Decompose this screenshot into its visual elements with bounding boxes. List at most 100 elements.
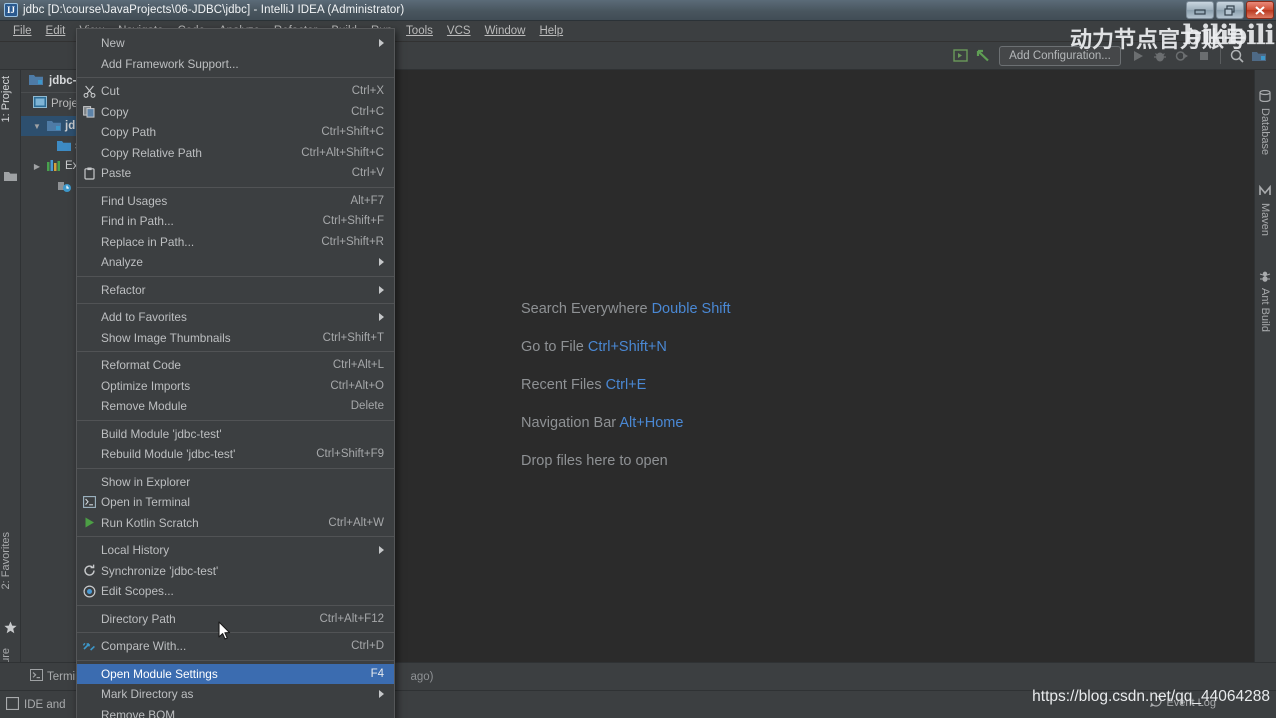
menu-item-show-in-explorer[interactable]: Show in Explorer [77, 472, 394, 493]
menu-item-find-in-path[interactable]: Find in Path... Ctrl+Shift+F [77, 211, 394, 232]
sidebar-item-project[interactable]: 1: Project [0, 76, 21, 122]
menu-separator [77, 186, 394, 188]
chevron-right-icon [379, 39, 384, 48]
undo-icon[interactable] [971, 45, 993, 67]
chevron-right-icon [379, 258, 384, 267]
menu-separator [77, 604, 394, 606]
menu-item-copy-relative-path[interactable]: Copy Relative Path Ctrl+Alt+Shift+C [77, 143, 394, 164]
menu-vcs[interactable]: VCS [440, 24, 478, 38]
menu-separator [77, 77, 394, 78]
menu-item-remove-bom[interactable]: Remove BOM [77, 705, 394, 718]
menu-item-add-framework-support[interactable]: Add Framework Support... [77, 54, 394, 75]
menu-item-synchronize[interactable]: Synchronize 'jdbc-test' [77, 561, 394, 582]
minimize-button[interactable] [1186, 1, 1214, 19]
menu-item-optimize-imports[interactable]: Optimize Imports Ctrl+Alt+O [77, 376, 394, 397]
menu-edit[interactable]: Edit [39, 24, 73, 38]
folder-icon [57, 140, 71, 152]
menu-item-find-usages[interactable]: Find Usages Alt+F7 [77, 191, 394, 212]
libraries-icon [47, 159, 61, 172]
left-toolwindow-strip: 1: Project 2: Favorites 7: Structure [0, 70, 21, 718]
menu-window[interactable]: Window [478, 24, 533, 38]
database-icon [1259, 89, 1271, 105]
run-green-icon [81, 515, 97, 531]
menu-item-paste[interactable]: Paste Ctrl+V [77, 163, 394, 184]
sidebar-item-ant-build[interactable]: Ant Build [1254, 270, 1276, 332]
chevron-right-icon [379, 690, 384, 699]
scope-icon [81, 583, 97, 599]
maximize-button[interactable] [1216, 1, 1244, 19]
hint-go-to-file: Go to File Ctrl+Shift+N [521, 339, 667, 355]
menu-file[interactable]: File [6, 24, 39, 38]
menu-item-analyze[interactable]: Analyze [77, 252, 394, 273]
chevron-right-icon [379, 313, 384, 322]
right-toolwindow-strip: Database Maven Ant Build [1254, 70, 1276, 718]
build-icon[interactable] [949, 45, 971, 67]
module-icon [47, 120, 61, 132]
sidebar-item-database[interactable]: Database [1254, 89, 1276, 155]
app-icon: IJ [4, 3, 18, 17]
menu-item-build-module[interactable]: Build Module 'jdbc-test' [77, 424, 394, 445]
menu-item-open-in-terminal[interactable]: Open in Terminal [77, 492, 394, 513]
hint-recent-files: Recent Files Ctrl+E [521, 377, 647, 393]
sidebar-item-favorites[interactable]: 2: Favorites [0, 532, 21, 589]
module-icon [29, 74, 43, 89]
menu-item-refactor[interactable]: Refactor [77, 280, 394, 301]
compare-icon [81, 638, 97, 654]
menu-tools[interactable]: Tools [399, 24, 440, 38]
copy-icon [81, 104, 97, 120]
menu-item-add-to-favorites[interactable]: Add to Favorites [77, 307, 394, 328]
watermark-bilibili-logo: bilibili [1182, 20, 1275, 51]
menu-item-copy-path[interactable]: Copy Path Ctrl+Shift+C [77, 122, 394, 143]
project-view-icon [33, 96, 47, 111]
context-menu: New Add Framework Support... Cut Ctrl+X … [76, 28, 395, 718]
clipboard-icon [81, 165, 97, 181]
menu-item-directory-path[interactable]: Directory Path Ctrl+Alt+F12 [77, 609, 394, 630]
menu-help[interactable]: Help [532, 24, 570, 38]
sidebar-item-maven[interactable]: Maven [1254, 184, 1276, 236]
menu-item-rebuild-module[interactable]: Rebuild Module 'jdbc-test' Ctrl+Shift+F9 [77, 444, 394, 465]
menu-separator [77, 351, 394, 352]
hint-drop-files: Drop files here to open [521, 453, 668, 469]
menu-item-copy[interactable]: Copy Ctrl+C [77, 102, 394, 123]
watermark-url: https://blog.csdn.net/qq_44064288 [1032, 688, 1270, 705]
menu-item-replace-in-path[interactable]: Replace in Path... Ctrl+Shift+R [77, 232, 394, 253]
window-title: jdbc [D:\course\JavaProjects\06-JDBC\jdb… [23, 4, 405, 16]
menu-item-compare-with[interactable]: Compare With... Ctrl+D [77, 636, 394, 657]
editor-shortcut-hints: Search Everywhere Double Shift Go to Fil… [521, 301, 731, 491]
menu-item-remove-module[interactable]: Remove Module Delete [77, 396, 394, 417]
menu-item-show-image-thumbnails[interactable]: Show Image Thumbnails Ctrl+Shift+T [77, 328, 394, 349]
menu-separator [77, 467, 394, 469]
menu-item-mark-directory-as[interactable]: Mark Directory as [77, 684, 394, 705]
menu-item-run-kotlin-scratch[interactable]: Run Kotlin Scratch Ctrl+Alt+W [77, 513, 394, 534]
hint-navigation-bar: Navigation Bar Alt+Home [521, 415, 684, 431]
menu-item-new[interactable]: New [77, 33, 394, 54]
mouse-cursor [218, 621, 232, 646]
maven-icon [1259, 184, 1271, 200]
editor-empty-area: Search Everywhere Double Shift Go to Fil… [395, 70, 1254, 690]
menu-item-reformat-code[interactable]: Reformat Code Ctrl+Alt+L [77, 355, 394, 376]
status-message: IDE and [0, 696, 66, 713]
menu-item-open-module-settings[interactable]: Open Module Settings F4 [77, 663, 394, 684]
menu-item-cut[interactable]: Cut Ctrl+X [77, 81, 394, 102]
ide-window: IJ jdbc [D:\course\JavaProjects\06-JDBC\… [0, 0, 1276, 718]
chevron-right-icon[interactable]: ▶ [31, 162, 43, 171]
chevron-down-icon[interactable]: ▼ [31, 122, 43, 131]
menu-separator [77, 303, 394, 304]
star-icon [4, 621, 17, 639]
chevron-right-icon [379, 546, 384, 555]
ant-icon [1259, 270, 1271, 285]
menu-separator [77, 659, 394, 661]
menu-separator [77, 536, 394, 537]
close-button[interactable] [1246, 1, 1274, 19]
menu-separator [77, 275, 394, 277]
window-controls [1186, 1, 1274, 19]
menu-separator [77, 632, 394, 633]
window-titlebar: IJ jdbc [D:\course\JavaProjects\06-JDBC\… [0, 0, 1276, 21]
menu-item-edit-scopes[interactable]: Edit Scopes... [77, 581, 394, 602]
ide-status-icon [5, 696, 20, 713]
chevron-right-icon [379, 285, 384, 294]
terminal-icon [81, 494, 97, 510]
menu-item-local-history[interactable]: Local History [77, 540, 394, 561]
project-icon [4, 169, 17, 187]
hint-search-everywhere: Search Everywhere Double Shift [521, 301, 731, 317]
